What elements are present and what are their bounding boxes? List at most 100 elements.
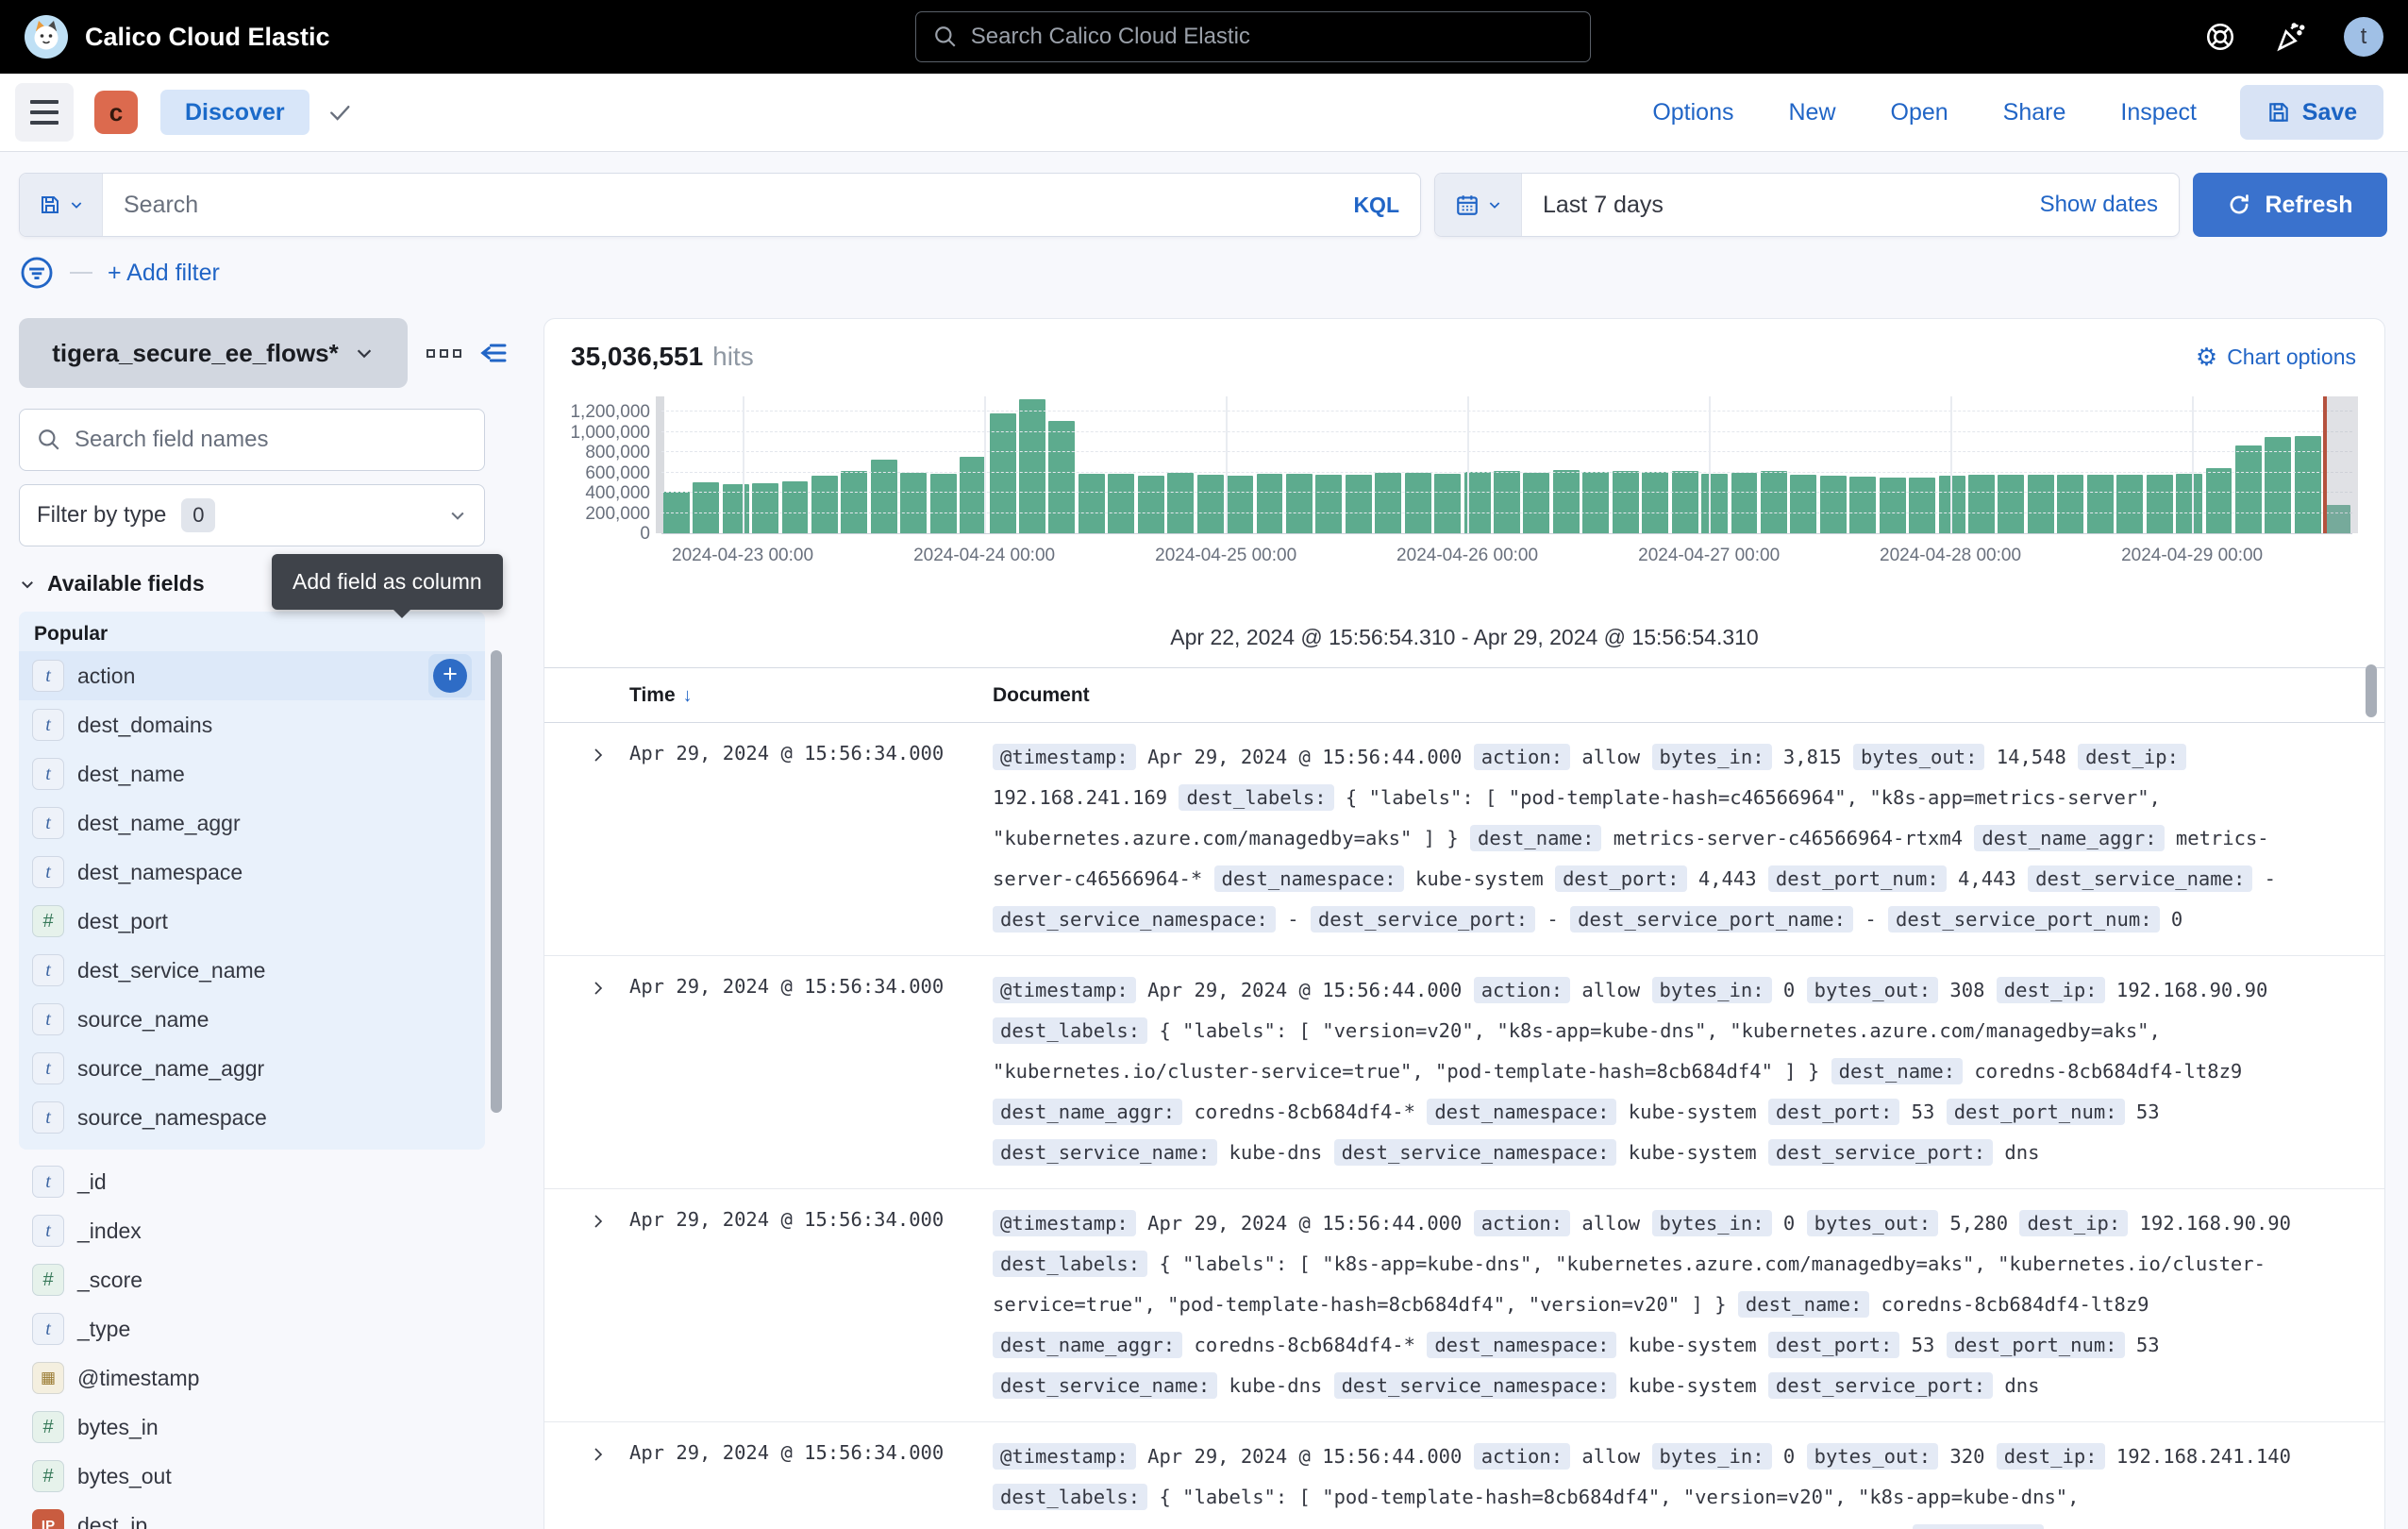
histogram-bar[interactable] (1642, 472, 1668, 533)
time-column-header[interactable]: Time↓ (629, 684, 993, 707)
histogram-bar[interactable] (1315, 475, 1342, 533)
histogram-bar[interactable] (1731, 473, 1758, 533)
expand-row-icon[interactable] (569, 1203, 629, 1406)
field-item-_type[interactable]: t_type (19, 1304, 485, 1353)
date-picker-button[interactable] (1435, 174, 1522, 236)
field-item-bytes_in[interactable]: #bytes_in (19, 1403, 485, 1452)
histogram-bar[interactable] (1197, 475, 1224, 533)
show-dates-link[interactable]: Show dates (2040, 192, 2158, 218)
histogram-bar[interactable] (960, 457, 986, 533)
histogram-bar[interactable] (693, 482, 719, 533)
histogram-bar[interactable] (1909, 478, 1935, 533)
field-item-dest_name_aggr[interactable]: tdest_name_aggr (19, 798, 485, 848)
field-settings-icon[interactable] (426, 349, 461, 358)
histogram-bar[interactable] (1672, 471, 1698, 533)
share-link[interactable]: Share (2003, 99, 2066, 126)
histogram-bar[interactable] (1582, 472, 1609, 533)
histogram-bar[interactable] (2087, 475, 2114, 533)
document-row[interactable]: Apr 29, 2024 @ 15:56:34.000@timestamp: A… (544, 1422, 2384, 1529)
field-item-_id[interactable]: t_id (19, 1157, 485, 1206)
histogram-bar[interactable] (1494, 471, 1520, 533)
histogram-bar[interactable] (2176, 474, 2202, 533)
histogram-bar[interactable] (1227, 476, 1253, 533)
histogram-bar[interactable] (1880, 478, 1906, 533)
field-item-dest_port[interactable]: #dest_port (19, 897, 485, 946)
histogram-bar[interactable] (1375, 473, 1401, 533)
time-range-value[interactable]: Last 7 days (1543, 192, 1664, 219)
histogram-bar[interactable] (1613, 471, 1639, 533)
new-link[interactable]: New (1788, 99, 1835, 126)
refresh-button[interactable]: Refresh (2193, 173, 2387, 237)
field-item-@timestamp[interactable]: ▦@timestamp (19, 1353, 485, 1403)
histogram-bar[interactable] (2206, 468, 2232, 533)
news-celebration-icon[interactable] (2274, 21, 2306, 53)
space-badge[interactable]: c (94, 91, 138, 134)
user-avatar[interactable]: t (2344, 17, 2383, 57)
field-item-bytes_out[interactable]: #bytes_out (19, 1452, 485, 1501)
time-range-field[interactable]: Last 7 days Show dates (1522, 174, 2179, 236)
histogram-bar[interactable] (1523, 473, 1549, 534)
histogram-bar[interactable] (2116, 475, 2143, 533)
histogram-bar[interactable] (1761, 471, 1787, 533)
kql-search-input[interactable]: Search KQL (103, 174, 1420, 236)
save-button[interactable]: Save (2240, 85, 2383, 140)
histogram-bar[interactable] (2057, 475, 2083, 533)
sort-descending-icon[interactable]: ↓ (683, 685, 693, 706)
histogram-bar[interactable] (1998, 475, 2024, 533)
histogram-bar[interactable] (2147, 475, 2173, 533)
add-filter-button[interactable]: + Add filter (108, 260, 220, 287)
field-item-dest_domains[interactable]: tdest_domains (19, 700, 485, 749)
histogram-bar[interactable] (930, 474, 957, 533)
histogram-bar[interactable] (841, 471, 867, 533)
field-item-source_name_aggr[interactable]: tsource_name_aggr (19, 1044, 485, 1093)
histogram-bar[interactable] (1701, 474, 1728, 533)
global-search-input[interactable]: Search Calico Cloud Elastic (915, 11, 1591, 62)
breadcrumb-discover[interactable]: Discover (160, 90, 309, 135)
histogram-bar[interactable] (811, 476, 838, 533)
histogram-bar[interactable] (1048, 421, 1075, 533)
histogram-bar[interactable] (900, 473, 927, 534)
expand-row-icon[interactable] (569, 737, 629, 940)
field-item-dest_service_name[interactable]: tdest_service_name (19, 946, 485, 995)
sidebar-scrollbar[interactable] (491, 650, 502, 1113)
histogram-bar[interactable] (1346, 475, 1372, 533)
field-search-input[interactable]: Search field names (19, 409, 485, 471)
expand-row-icon[interactable] (569, 1437, 629, 1529)
calico-logo[interactable] (25, 15, 68, 59)
histogram-bar[interactable] (1820, 476, 1847, 533)
histogram-bar[interactable] (1849, 477, 1876, 533)
expand-row-icon[interactable] (569, 970, 629, 1173)
field-item-dest_ip[interactable]: IPdest_ip (19, 1501, 485, 1529)
histogram-bar[interactable] (1405, 473, 1431, 534)
field-item-_index[interactable]: t_index (19, 1206, 485, 1255)
inspect-link[interactable]: Inspect (2120, 99, 2197, 126)
table-scrollbar[interactable] (2366, 664, 2377, 717)
histogram-bar[interactable] (1167, 473, 1194, 533)
document-row[interactable]: Apr 29, 2024 @ 15:56:34.000@timestamp: A… (544, 956, 2384, 1189)
histogram-bar[interactable] (1108, 474, 1134, 533)
histogram-bar[interactable] (782, 481, 809, 533)
document-row[interactable]: Apr 29, 2024 @ 15:56:34.000@timestamp: A… (544, 723, 2384, 956)
query-language-button[interactable]: KQL (1353, 193, 1399, 218)
field-item-dest_namespace[interactable]: tdest_namespace (19, 848, 485, 897)
histogram-bar[interactable] (1553, 470, 1580, 533)
chart-options-button[interactable]: ⚙ Chart options (2196, 344, 2356, 370)
histogram-bar[interactable] (1434, 474, 1461, 533)
menu-hamburger-button[interactable] (15, 83, 74, 142)
histogram-bar[interactable] (1790, 475, 1816, 533)
histogram-bar[interactable] (1286, 474, 1313, 533)
histogram-bar[interactable] (1257, 474, 1283, 533)
histogram-bar[interactable] (1939, 476, 1965, 533)
histogram-bar[interactable] (1019, 399, 1045, 533)
field-item-source_name[interactable]: tsource_name (19, 995, 485, 1044)
saved-queries-button[interactable] (20, 174, 103, 236)
histogram-plot-area[interactable] (661, 396, 2352, 534)
help-icon[interactable] (2204, 21, 2236, 53)
histogram-bar[interactable] (2028, 475, 2054, 533)
histogram-bar[interactable] (1079, 474, 1105, 533)
field-item-action[interactable]: taction+ (19, 651, 485, 700)
field-item-_score[interactable]: #_score (19, 1255, 485, 1304)
index-pattern-selector[interactable]: tigera_secure_ee_flows* (19, 318, 408, 388)
filter-menu-icon[interactable] (19, 255, 55, 291)
add-field-as-column-button[interactable]: + (428, 654, 472, 697)
